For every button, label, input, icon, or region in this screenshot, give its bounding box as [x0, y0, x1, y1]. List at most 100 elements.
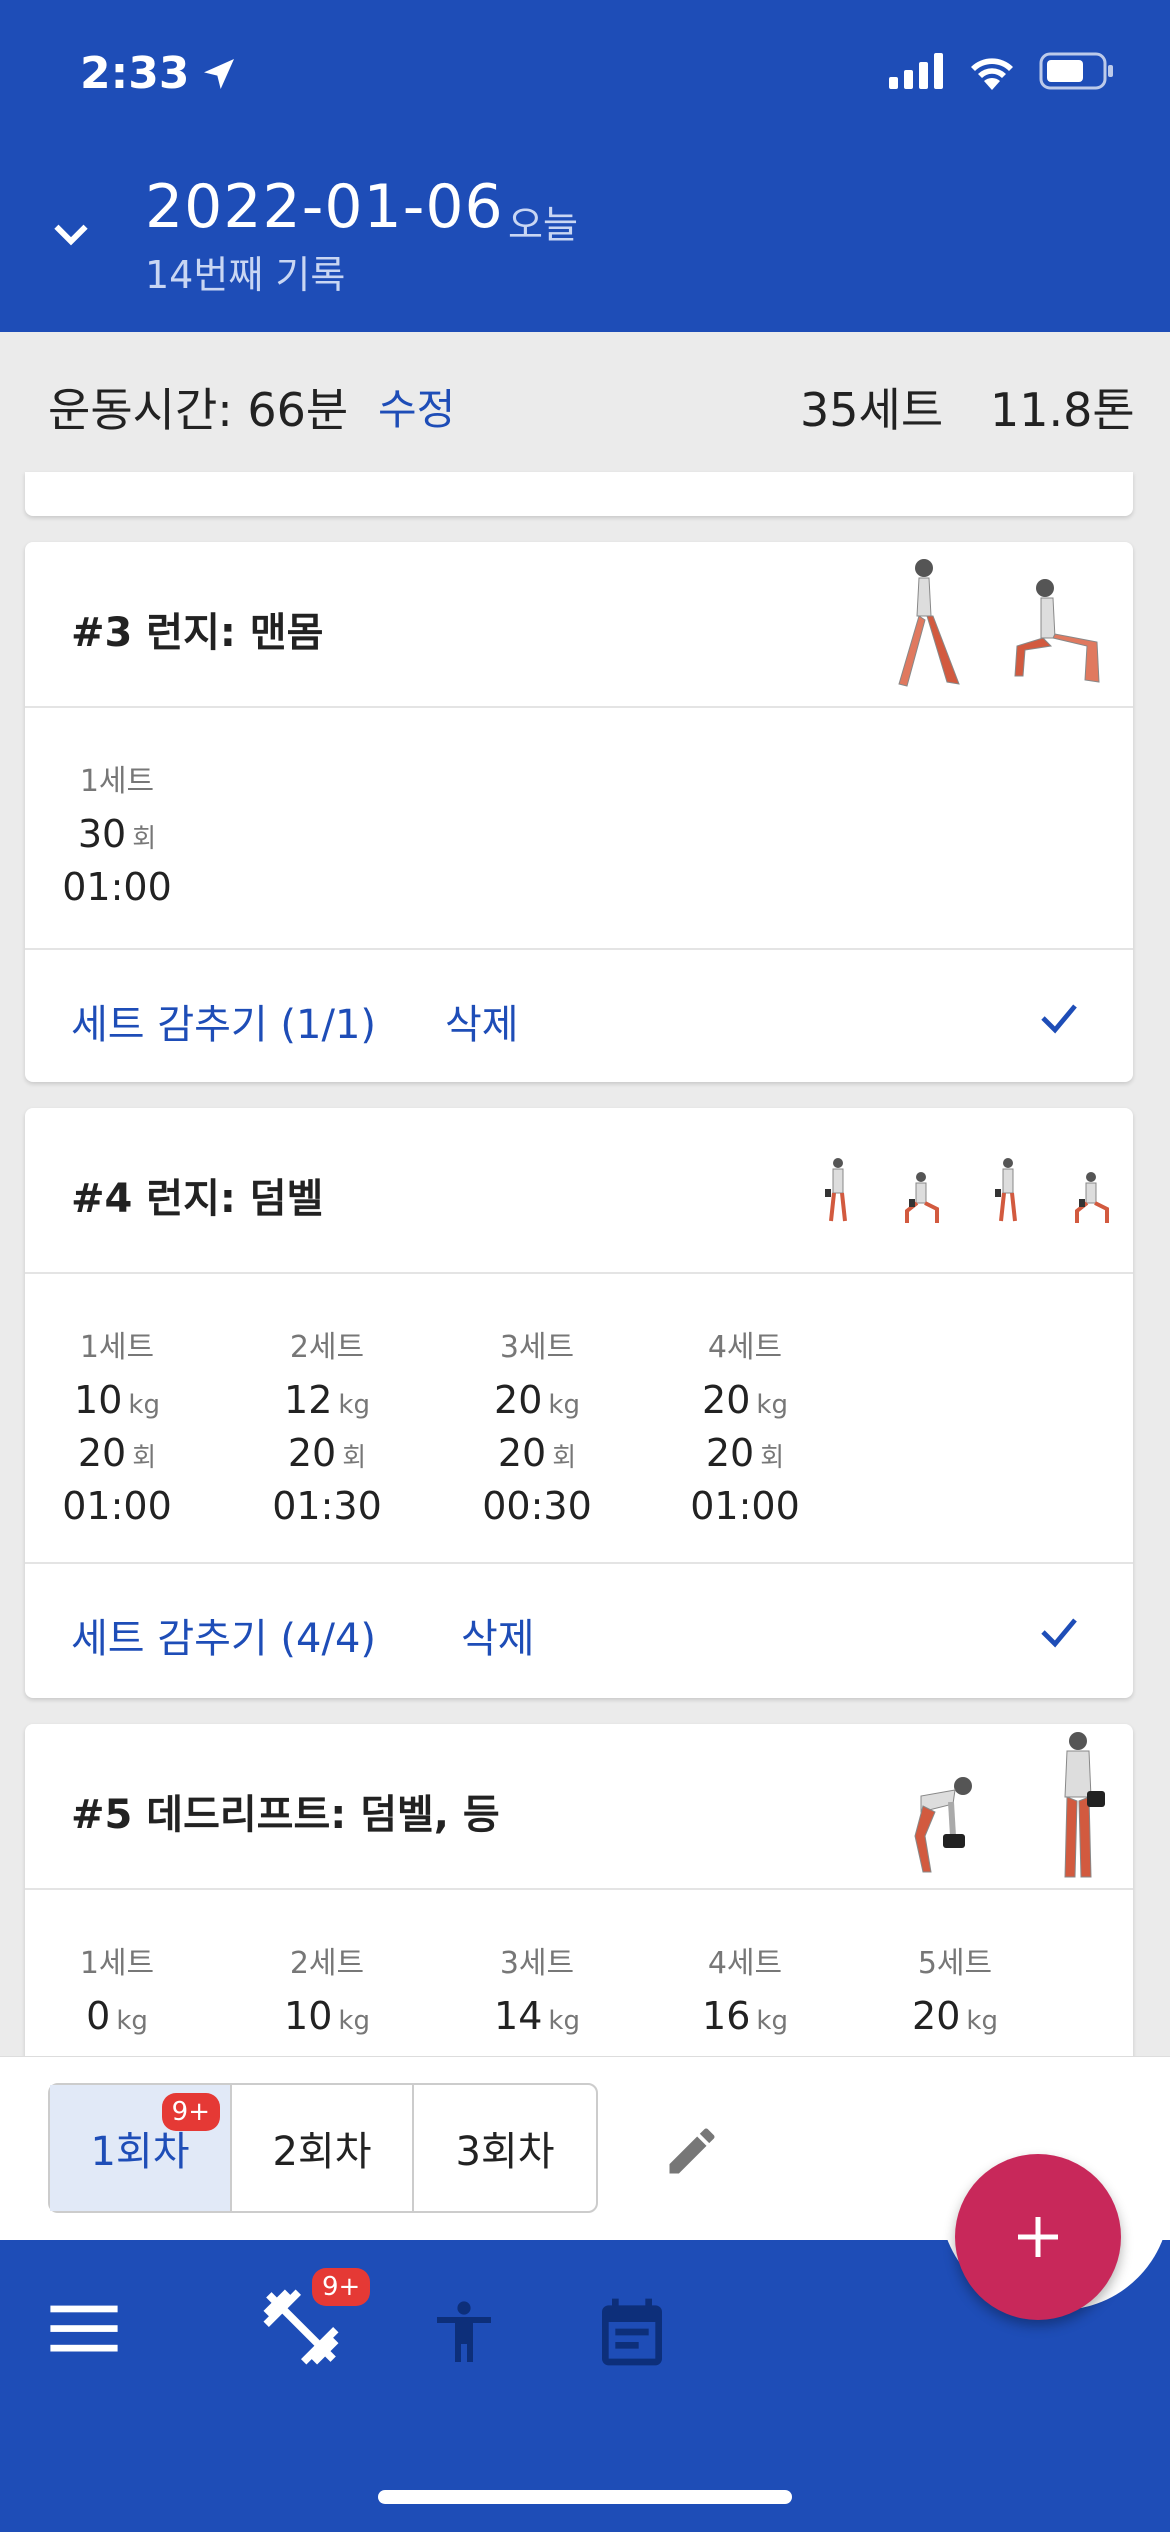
- weight-value: 14: [494, 1994, 543, 2038]
- set-item[interactable]: 2세트 12 kg 20 회 01:30: [257, 1322, 397, 1530]
- today-label: 오늘: [508, 203, 578, 247]
- app-header: 2:33 2022-01-06 오늘 14번째 기록: [0, 0, 1170, 332]
- dumbbell-lunge-illustration: [1075, 1172, 1109, 1223]
- exercise-card: #3 런지: 맨몸 1세트 30 회 01:00 세트 감추기 (1/1) 삭제: [25, 542, 1133, 1082]
- set-time: 01:00: [62, 865, 172, 909]
- body-icon[interactable]: [428, 2292, 500, 2372]
- exercise-header[interactable]: #3 런지: 맨몸: [25, 542, 1133, 708]
- exercise-footer: 세트 감추기 (4/4) 삭제: [25, 1564, 1133, 1694]
- weight-value: 20: [494, 1378, 543, 1422]
- set-weight: 20 kg: [675, 1376, 815, 1429]
- lunge-walk-illustration: [898, 559, 960, 687]
- reps-unit: 회: [132, 1443, 157, 1473]
- set-label: 3세트: [499, 1946, 575, 1981]
- set-label: 4세트: [707, 1946, 783, 1981]
- chevron-down-icon[interactable]: [46, 210, 96, 260]
- delete-button[interactable]: 삭제: [461, 1606, 535, 1664]
- set-label: 4세트: [707, 1330, 783, 1365]
- check-icon[interactable]: [1035, 1608, 1083, 1656]
- reps-unit: 회: [342, 1443, 367, 1473]
- status-time: 2:33: [80, 48, 239, 99]
- set-item[interactable]: 1세트 10 kg 20 회 01:00: [47, 1322, 187, 1530]
- workout-duration: 운동시간: 66분: [48, 383, 349, 437]
- weight-unit: kg: [128, 1390, 160, 1420]
- exercise-header[interactable]: #5 데드리프트: 덤벨, 등: [25, 1724, 1133, 1890]
- session-tab-label: 3회차: [455, 2129, 555, 2175]
- total-sets: 35세트: [800, 383, 944, 437]
- edit-duration-button[interactable]: 수정: [378, 376, 455, 437]
- calendar-icon[interactable]: [592, 2292, 672, 2372]
- set-item[interactable]: 1세트 0 kg: [47, 1938, 187, 2045]
- set-item[interactable]: 4세트 16 kg: [675, 1938, 815, 2045]
- set-label: 5세트: [917, 1946, 993, 1981]
- status-clock: 2:33: [80, 48, 190, 99]
- session-tab-1[interactable]: 1회차 9+: [50, 2085, 232, 2211]
- set-time: 01:00: [62, 1484, 172, 1528]
- set-weight: 14 kg: [467, 1992, 607, 2045]
- reps-value: 30: [77, 812, 127, 856]
- set-weight: 20 kg: [885, 1992, 1025, 2045]
- record-date[interactable]: 2022-01-06: [145, 172, 504, 242]
- hide-sets-button[interactable]: 세트 감추기 (4/4): [71, 1606, 376, 1664]
- weight-value: 12: [284, 1378, 333, 1422]
- add-exercise-button[interactable]: [955, 2154, 1121, 2320]
- weight-unit: kg: [966, 2006, 998, 2036]
- plus-icon: [1018, 2217, 1058, 2257]
- weight-unit: kg: [116, 2006, 148, 2036]
- weight-value: 20: [912, 1994, 961, 2038]
- lunge-down-illustration: [1014, 579, 1100, 683]
- session-tab-2[interactable]: 2회차: [232, 2085, 414, 2211]
- set-label: 1세트: [79, 764, 155, 799]
- set-reps: 20 회: [47, 1429, 187, 1482]
- set-weight: 0 kg: [47, 1992, 187, 2045]
- weight-unit: kg: [756, 1390, 788, 1420]
- reps-value: 20: [77, 1431, 127, 1475]
- weight-value: 0: [86, 1994, 111, 2038]
- set-item[interactable]: 3세트 14 kg: [467, 1938, 607, 2045]
- set-label: 1세트: [79, 1330, 155, 1365]
- exercise-title: #5 데드리프트: 덤벨, 등: [71, 1792, 500, 1838]
- weight-value: 10: [284, 1994, 333, 2038]
- set-item[interactable]: 2세트 10 kg: [257, 1938, 397, 2045]
- exercise-card: #4 런지: 덤벨 1세트 10 kg 20 회 01:00 2세트 12 kg 20…: [25, 1108, 1133, 1698]
- check-icon[interactable]: [1035, 994, 1083, 1042]
- exercise-illustrations: [869, 554, 1113, 694]
- session-tab-label: 2회차: [272, 2129, 372, 2175]
- weight-value: 16: [702, 1994, 751, 2038]
- session-segmented-control: 1회차 9+ 2회차 3회차: [48, 2083, 598, 2213]
- delete-button[interactable]: 삭제: [445, 992, 519, 1050]
- wifi-icon: [971, 58, 1013, 90]
- set-item[interactable]: 3세트 20 kg 20 회 00:30: [467, 1322, 607, 1530]
- set-weight: 20 kg: [467, 1376, 607, 1429]
- location-arrow-icon: [204, 58, 235, 89]
- set-reps: 30 회: [47, 810, 187, 863]
- dumbbell-lunge-illustration: [995, 1158, 1017, 1222]
- session-tab-3[interactable]: 3회차: [414, 2085, 596, 2211]
- exercise-title: #3 런지: 맨몸: [71, 610, 324, 656]
- previous-exercise-card: [25, 472, 1133, 516]
- pencil-icon[interactable]: [662, 2121, 722, 2181]
- reps-value: 20: [705, 1431, 755, 1475]
- hide-sets-button[interactable]: 세트 감추기 (1/1): [71, 992, 376, 1050]
- deadlift-bent-illustration: [914, 1777, 972, 1873]
- dumbbell-lunge-illustration: [905, 1172, 939, 1223]
- session-badge: 9+: [161, 2093, 220, 2131]
- set-label: 3세트: [499, 1330, 575, 1365]
- reps-unit: 회: [552, 1443, 577, 1473]
- set-item[interactable]: 4세트 20 kg 20 회 01:00: [675, 1322, 815, 1530]
- set-item[interactable]: 5세트 20 kg: [885, 1938, 1025, 2045]
- home-indicator: [378, 2490, 792, 2504]
- weight-value: 10: [74, 1378, 123, 1422]
- menu-icon[interactable]: [50, 2300, 118, 2356]
- exercise-header[interactable]: #4 런지: 덤벨: [25, 1108, 1133, 1274]
- set-item[interactable]: 1세트 30 회 01:00: [47, 756, 187, 911]
- set-time: 01:30: [272, 1484, 382, 1528]
- status-indicators: [889, 52, 1115, 90]
- set-time: 01:00: [690, 1484, 800, 1528]
- weight-unit: kg: [548, 1390, 580, 1420]
- record-count: 14번째 기록: [145, 253, 346, 297]
- set-label: 2세트: [289, 1330, 365, 1365]
- exercise-footer: 세트 감추기 (1/1) 삭제: [25, 950, 1133, 1080]
- exercise-illustrations: [823, 1120, 1113, 1260]
- set-reps: 20 회: [675, 1429, 815, 1482]
